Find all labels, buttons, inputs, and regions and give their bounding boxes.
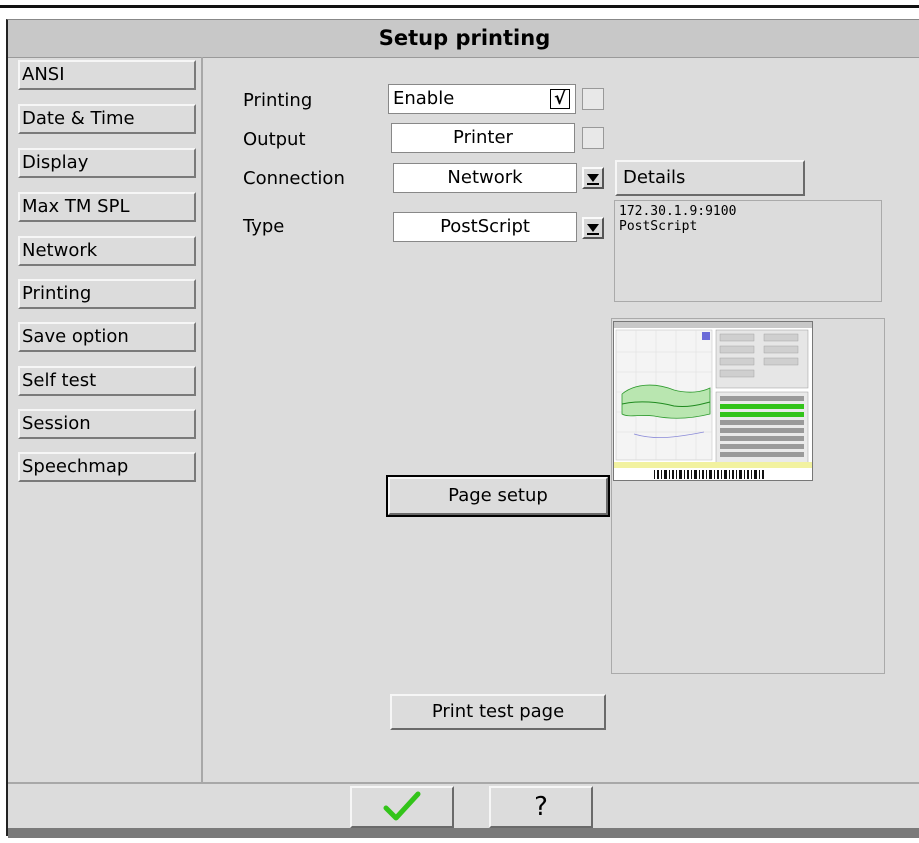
sidebar: ANSI Date & Time Display Max TM SPL Netw… — [8, 57, 203, 800]
sidebar-item-self-test[interactable]: Self test — [18, 366, 196, 396]
connection-label: Connection — [243, 168, 345, 189]
preview-image — [614, 322, 812, 480]
output-toggle[interactable] — [582, 127, 604, 149]
sidebar-item-speechmap[interactable]: Speechmap — [18, 452, 196, 482]
connection-select[interactable]: Network — [393, 163, 577, 193]
details-button[interactable]: Details — [615, 160, 805, 196]
chevron-down-icon — [587, 174, 599, 182]
sidebar-item-display[interactable]: Display — [18, 148, 196, 178]
printer-info-box: 172.30.1.9:9100 PostScript — [614, 200, 882, 302]
help-button[interactable]: ? — [489, 786, 593, 828]
printing-enable-checkbox[interactable]: √ — [550, 89, 570, 109]
printing-label: Printing — [243, 90, 313, 111]
printing-field: Enable — [388, 84, 576, 114]
chevron-down-icon — [587, 224, 599, 232]
printing-extra-toggle[interactable] — [582, 88, 604, 110]
type-select[interactable]: PostScript — [393, 212, 577, 242]
ok-button[interactable] — [350, 786, 454, 828]
bottom-bar: ? — [8, 782, 919, 838]
output-field: Printer — [391, 123, 575, 153]
setup-window: Setup printing ANSI Date & Time Display … — [6, 19, 919, 838]
printing-value: Enable — [393, 88, 455, 109]
sidebar-item-date-time[interactable]: Date & Time — [18, 104, 196, 134]
print-preview-panel — [611, 318, 885, 674]
output-label: Output — [243, 129, 306, 150]
sidebar-item-printing[interactable]: Printing — [18, 279, 196, 309]
sidebar-item-network[interactable]: Network — [18, 236, 196, 266]
connection-dropdown-arrow[interactable] — [582, 167, 604, 189]
green-checkmark-icon — [383, 791, 421, 821]
print-test-page-button[interactable]: Print test page — [390, 694, 606, 730]
type-label: Type — [243, 216, 285, 237]
top-border-line — [0, 5, 919, 8]
print-preview-thumbnail — [613, 321, 813, 481]
printer-address: 172.30.1.9:9100 — [619, 204, 737, 219]
printer-language: PostScript — [619, 219, 698, 234]
sidebar-item-session[interactable]: Session — [18, 409, 196, 439]
type-dropdown-arrow[interactable] — [582, 217, 604, 239]
sidebar-item-max-tm-spl[interactable]: Max TM SPL — [18, 192, 196, 222]
sidebar-item-save-option[interactable]: Save option — [18, 322, 196, 352]
window-title: Setup printing — [8, 20, 919, 58]
bottom-edge — [8, 828, 919, 838]
sidebar-item-ansi[interactable]: ANSI — [18, 60, 196, 90]
page-setup-button[interactable]: Page setup — [386, 475, 610, 517]
